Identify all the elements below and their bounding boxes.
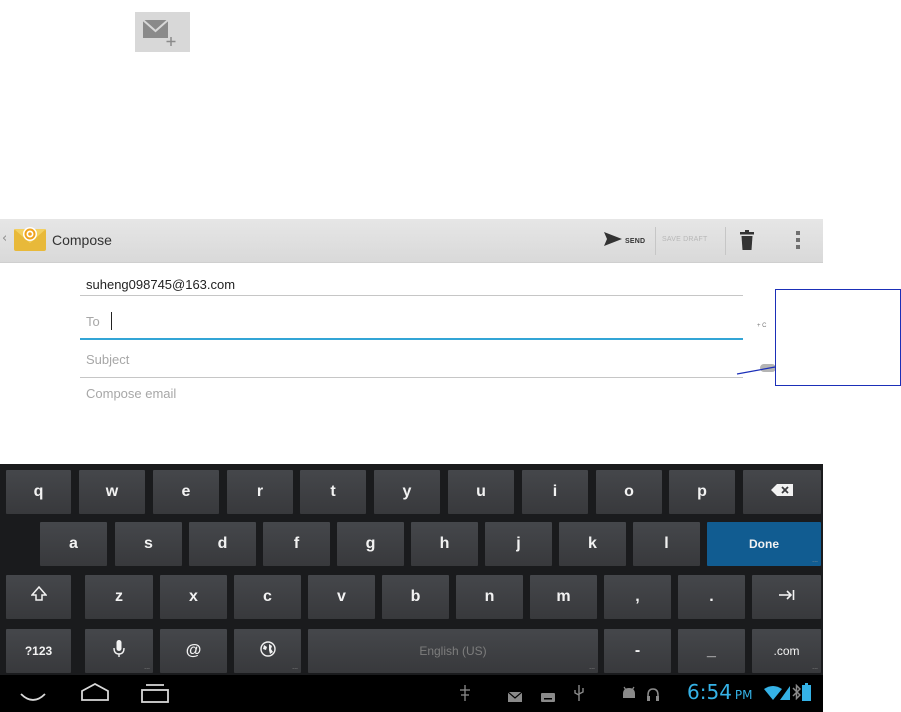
key-w[interactable]: w bbox=[79, 470, 145, 514]
key-n[interactable]: n bbox=[456, 575, 523, 619]
shift-key[interactable] bbox=[6, 575, 71, 619]
symbols-key[interactable]: ?123 bbox=[6, 629, 71, 673]
dotcom-key[interactable]: .com ... bbox=[752, 629, 821, 673]
key-i[interactable]: i bbox=[522, 470, 588, 514]
key-corner-hint: ... bbox=[812, 557, 818, 564]
key-h[interactable]: h bbox=[411, 522, 478, 566]
key-x[interactable]: x bbox=[160, 575, 227, 619]
clock: 6:54 PM bbox=[687, 680, 753, 704]
send-icon bbox=[604, 231, 622, 251]
space-bar[interactable]: English (US) ... bbox=[308, 629, 598, 673]
from-field[interactable]: suheng098745@163.com bbox=[80, 271, 743, 296]
headphones-icon bbox=[647, 686, 659, 705]
to-field[interactable]: To bbox=[80, 306, 743, 340]
key-dash[interactable]: - bbox=[604, 629, 671, 673]
voice-input-key[interactable]: ... bbox=[85, 629, 153, 673]
key-corner-hint: ... bbox=[292, 664, 298, 671]
action-bar: ‹ Compose SEND SAVE DRAFT bbox=[0, 219, 823, 263]
to-placeholder: To bbox=[86, 314, 100, 329]
tab-key[interactable] bbox=[752, 575, 821, 619]
text-cursor bbox=[111, 312, 112, 330]
back-nav-icon[interactable] bbox=[20, 688, 46, 707]
signal-icon bbox=[780, 685, 790, 704]
annotation-callout-line bbox=[736, 366, 776, 375]
key-p[interactable]: p bbox=[669, 470, 735, 514]
shift-icon bbox=[29, 585, 48, 609]
soft-keyboard: q w e r t y u i o p a s d f g h j k l Do… bbox=[0, 464, 823, 675]
page-title: Compose bbox=[52, 232, 112, 248]
backspace-key[interactable] bbox=[743, 470, 821, 514]
globe-icon bbox=[259, 640, 276, 662]
android-icon bbox=[621, 685, 637, 704]
email-notification-icon bbox=[507, 687, 523, 706]
key-l[interactable]: l bbox=[633, 522, 700, 566]
usb-icon bbox=[573, 684, 585, 706]
done-key[interactable]: Done ... bbox=[707, 522, 821, 566]
key-j[interactable]: j bbox=[485, 522, 552, 566]
key-corner-hint: ... bbox=[812, 664, 818, 671]
dotcom-label: .com bbox=[773, 644, 800, 658]
key-y[interactable]: y bbox=[374, 470, 440, 514]
divider bbox=[655, 227, 656, 255]
key-b[interactable]: b bbox=[382, 575, 449, 619]
key-comma[interactable]: , bbox=[604, 575, 671, 619]
key-c[interactable]: c bbox=[234, 575, 301, 619]
key-s[interactable]: s bbox=[115, 522, 182, 566]
send-label: SEND bbox=[625, 237, 646, 245]
key-f[interactable]: f bbox=[263, 522, 330, 566]
space-bar-label: English (US) bbox=[419, 644, 487, 658]
key-period[interactable]: . bbox=[678, 575, 745, 619]
from-value: suheng098745@163.com bbox=[86, 277, 236, 292]
key-corner-hint: ... bbox=[144, 664, 150, 671]
tab-icon bbox=[778, 588, 795, 606]
key-corner-hint: ... bbox=[589, 664, 595, 671]
clock-ampm: PM bbox=[734, 688, 753, 702]
subject-placeholder: Subject bbox=[86, 352, 130, 367]
backspace-icon bbox=[771, 483, 793, 501]
battery-icon bbox=[802, 683, 811, 705]
key-e[interactable]: e bbox=[153, 470, 219, 514]
home-nav-icon[interactable] bbox=[80, 682, 110, 705]
key-a[interactable]: a bbox=[40, 522, 107, 566]
key-o[interactable]: o bbox=[596, 470, 662, 514]
delete-icon[interactable] bbox=[740, 230, 754, 254]
usb-settings-icon bbox=[459, 685, 471, 705]
key-m[interactable]: m bbox=[530, 575, 597, 619]
key-t[interactable]: t bbox=[300, 470, 366, 514]
key-r[interactable]: r bbox=[227, 470, 293, 514]
add-cc-bcc-button[interactable]: + C bbox=[757, 323, 767, 329]
key-u[interactable]: u bbox=[448, 470, 514, 514]
email-app-icon[interactable] bbox=[12, 221, 48, 261]
overflow-menu-icon[interactable] bbox=[795, 230, 801, 254]
compose-body-field[interactable]: Compose email bbox=[86, 386, 176, 401]
key-z[interactable]: z bbox=[85, 575, 153, 619]
divider bbox=[725, 227, 726, 255]
subject-field[interactable]: Subject bbox=[80, 346, 743, 378]
key-k[interactable]: k bbox=[559, 522, 626, 566]
compose-mail-icon[interactable] bbox=[135, 12, 190, 52]
system-bar: 6:54 PM bbox=[0, 675, 823, 712]
recents-nav-icon[interactable] bbox=[141, 683, 169, 707]
keyboard-notification-icon bbox=[541, 687, 555, 706]
microphone-icon bbox=[113, 639, 125, 663]
back-icon[interactable]: ‹ bbox=[2, 231, 7, 246]
language-key[interactable]: ... bbox=[234, 629, 301, 673]
clock-time: 6:54 bbox=[687, 680, 732, 704]
key-at[interactable]: @ bbox=[160, 629, 227, 673]
key-d[interactable]: d bbox=[189, 522, 256, 566]
bluetooth-icon bbox=[792, 683, 802, 704]
key-v[interactable]: v bbox=[308, 575, 375, 619]
key-underscore[interactable]: _ bbox=[678, 629, 745, 673]
save-draft-button[interactable]: SAVE DRAFT bbox=[662, 236, 707, 243]
annotation-callout-box bbox=[775, 289, 901, 386]
send-button[interactable]: SEND bbox=[604, 231, 645, 251]
done-label: Done bbox=[749, 537, 779, 551]
key-g[interactable]: g bbox=[337, 522, 404, 566]
key-q[interactable]: q bbox=[6, 470, 71, 514]
